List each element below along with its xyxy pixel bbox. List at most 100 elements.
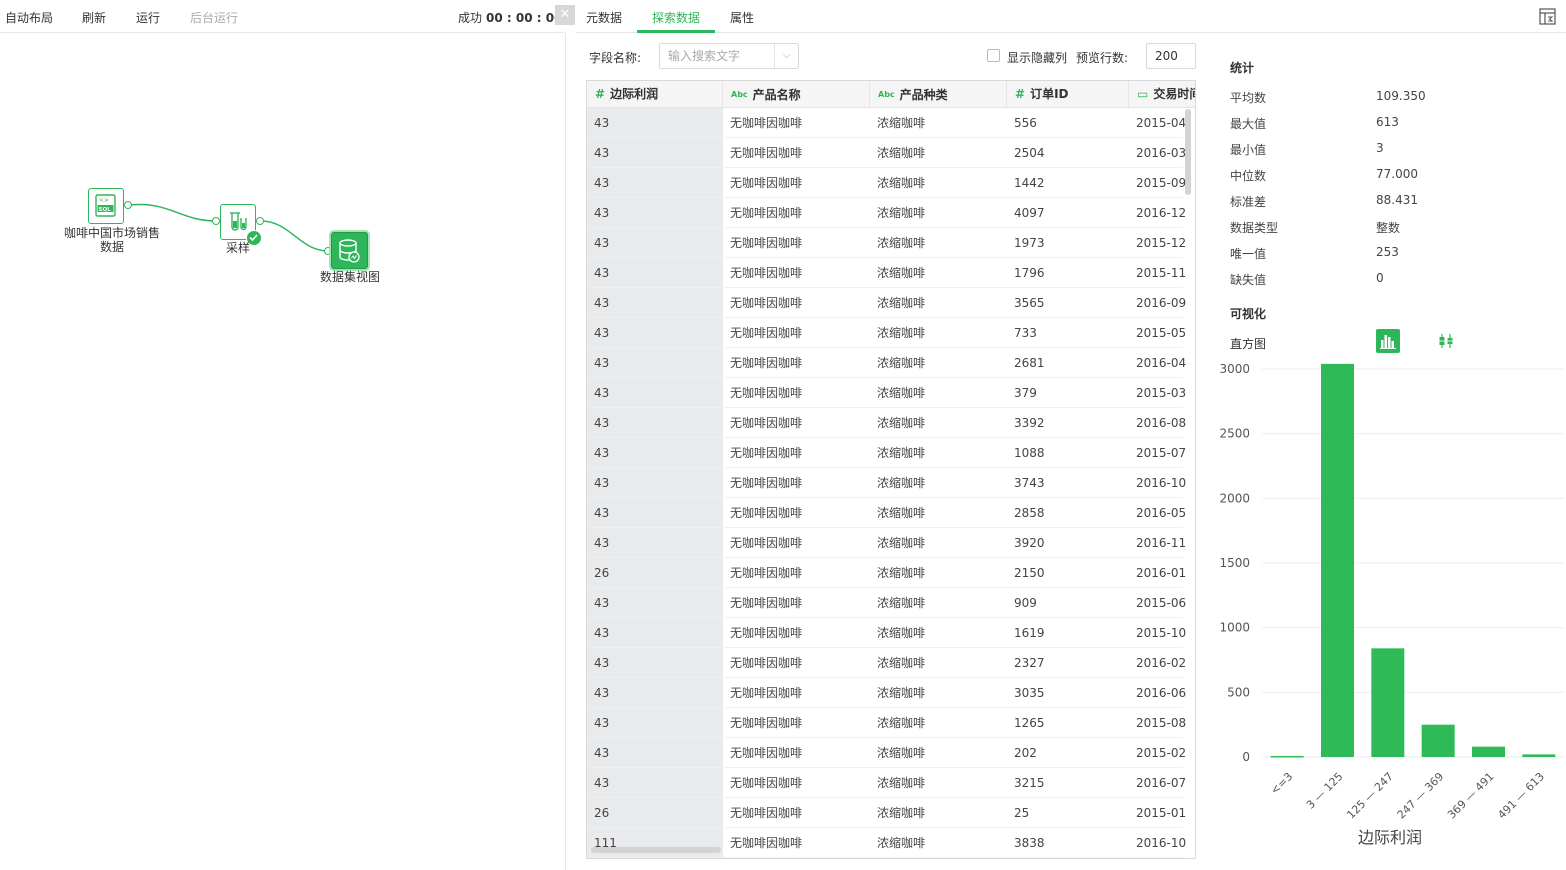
show-hidden-checkbox[interactable]: [987, 49, 1000, 62]
column-header[interactable]: ▭ 交易时间: [1129, 81, 1195, 108]
table-cell: 浓缩咖啡: [877, 176, 926, 190]
show-hidden-label: 显示隐藏列: [1007, 51, 1068, 65]
histogram-bar: [1371, 648, 1405, 757]
layout-toggle-icon[interactable]: [1539, 8, 1556, 25]
auto-layout-button[interactable]: 自动布局: [5, 9, 53, 26]
table-cell: 43: [594, 506, 610, 520]
table-cell: 43: [594, 686, 610, 700]
table-row[interactable]: 43 无咖啡因咖啡 浓缩咖啡 202 2015-02: [587, 738, 1186, 768]
column-header[interactable]: Abc 产品种类: [870, 81, 1007, 108]
output-port[interactable]: [256, 217, 264, 225]
horizontal-scrollbar[interactable]: [591, 847, 721, 853]
table-cell: 111: [594, 836, 617, 850]
table-row[interactable]: 43 无咖啡因咖啡 浓缩咖啡 909 2015-06: [587, 588, 1186, 618]
table-cell: 1442: [1014, 176, 1045, 190]
stat-value: 整数: [1376, 221, 1401, 235]
table-row[interactable]: 43 无咖啡因咖啡 浓缩咖啡 4097 2016-12: [587, 198, 1186, 228]
table-row[interactable]: 43 无咖啡因咖啡 浓缩咖啡 3035 2016-06: [587, 678, 1186, 708]
table-cell: 浓缩咖啡: [877, 296, 926, 310]
table-row[interactable]: 43 无咖啡因咖啡 浓缩咖啡 3392 2016-08: [587, 408, 1186, 438]
table-row[interactable]: 43 无咖啡因咖啡 浓缩咖啡 1442 2015-09: [587, 168, 1186, 198]
active-tab-indicator: [637, 30, 715, 33]
table-cell: 无咖啡因咖啡: [730, 176, 803, 190]
date-type-icon: ▭: [1137, 87, 1149, 101]
table-cell: 2015-12: [1136, 236, 1187, 250]
y-tick-label: 1500: [1219, 556, 1250, 570]
table-cell: 43: [594, 716, 610, 730]
chevron-down-icon[interactable]: ⌵: [774, 44, 798, 68]
sql-source-node[interactable]: <> SQL: [88, 188, 124, 224]
table-row[interactable]: 43 无咖啡因咖啡 浓缩咖啡 1265 2015-08: [587, 708, 1186, 738]
text-type-icon: Abc: [731, 90, 748, 99]
table-cell: 1088: [1014, 446, 1045, 460]
preview-rows-input[interactable]: [1146, 43, 1196, 69]
histogram-bar: [1522, 754, 1556, 757]
table-row[interactable]: 43 无咖啡因咖啡 浓缩咖啡 3215 2016-07: [587, 768, 1186, 798]
sql-node-label: 咖啡中国市场销售 数据: [60, 226, 164, 254]
table-cell: 26: [594, 806, 610, 820]
field-search-combo[interactable]: ⌵: [659, 43, 799, 69]
table-row[interactable]: 43 无咖啡因咖啡 浓缩咖啡 2858 2016-05: [587, 498, 1186, 528]
table-cell: 2015-03: [1136, 386, 1187, 400]
stat-key: 唯一值: [1230, 247, 1267, 261]
table-row[interactable]: 43 无咖啡因咖啡 浓缩咖啡 556 2015-04: [587, 108, 1186, 138]
boxplot-icon: [1438, 334, 1454, 348]
table-row[interactable]: 43 无咖啡因咖啡 浓缩咖啡 1619 2015-10: [587, 618, 1186, 648]
table-row[interactable]: 43 无咖啡因咖啡 浓缩咖啡 2327 2016-02: [587, 648, 1186, 678]
vertical-scrollbar[interactable]: [1185, 109, 1191, 195]
table-row[interactable]: 111 无咖啡因咖啡 浓缩咖啡 3838 2016-10: [587, 828, 1186, 858]
table-row[interactable]: 43 无咖啡因咖啡 浓缩咖啡 3743 2016-10: [587, 468, 1186, 498]
collapse-panel-icon[interactable]: ✕: [555, 5, 575, 25]
output-port[interactable]: [124, 201, 132, 209]
y-tick-label: 500: [1227, 685, 1250, 699]
table-cell: 3215: [1014, 776, 1045, 790]
table-cell: 2016-05: [1136, 506, 1187, 520]
table-cell: 无咖啡因咖啡: [730, 506, 803, 520]
table-row[interactable]: 43 无咖啡因咖啡 浓缩咖啡 733 2015-05: [587, 318, 1186, 348]
table-cell: 2016-01: [1136, 566, 1187, 580]
table-row[interactable]: 26 无咖啡因咖啡 浓缩咖啡 2150 2016-01: [587, 558, 1186, 588]
table-cell: 1619: [1014, 626, 1045, 640]
table-row[interactable]: 43 无咖啡因咖啡 浓缩咖啡 2504 2016-03: [587, 138, 1186, 168]
table-cell: 43: [594, 746, 610, 760]
column-header[interactable]: # 边际利润: [587, 81, 723, 108]
tab-properties[interactable]: 属性: [730, 9, 754, 26]
tab-metadata[interactable]: 元数据: [586, 9, 622, 26]
background-run-button[interactable]: 后台运行: [190, 9, 238, 26]
table-cell: 43: [594, 776, 610, 790]
table-cell: 浓缩咖啡: [877, 836, 926, 850]
table-row[interactable]: 26 无咖啡因咖啡 浓缩咖啡 25 2015-01: [587, 798, 1186, 828]
boxplot-button[interactable]: [1434, 329, 1458, 353]
column-header[interactable]: # 订单ID: [1007, 81, 1129, 108]
input-port[interactable]: [212, 217, 220, 225]
table-cell: 无咖啡因咖啡: [730, 836, 803, 850]
status-time: 00 : 00 : 00: [486, 11, 563, 25]
x-tick-label: 491 — 613: [1495, 770, 1547, 822]
table-cell: 浓缩咖啡: [877, 326, 926, 340]
table-row[interactable]: 43 无咖啡因咖啡 浓缩咖啡 1796 2015-11: [587, 258, 1186, 288]
table-cell: 2016-09: [1136, 296, 1187, 310]
field-search-input[interactable]: [660, 44, 774, 68]
table-row[interactable]: 43 无咖啡因咖啡 浓缩咖啡 1088 2015-07: [587, 438, 1186, 468]
histogram-bar: [1270, 755, 1304, 758]
numeric-type-icon: #: [1015, 87, 1026, 101]
column-header[interactable]: Abc 产品名称: [723, 81, 870, 108]
table-row[interactable]: 43 无咖啡因咖啡 浓缩咖啡 1973 2015-12: [587, 228, 1186, 258]
refresh-button[interactable]: 刷新: [82, 9, 106, 26]
table-cell: 2015-01: [1136, 806, 1187, 820]
table-row[interactable]: 43 无咖啡因咖啡 浓缩咖啡 3920 2016-11: [587, 528, 1186, 558]
tab-explore-data[interactable]: 探索数据: [652, 9, 700, 26]
histogram-button[interactable]: [1376, 329, 1400, 353]
table-cell: 无咖啡因咖啡: [730, 266, 803, 280]
table-cell: 无咖啡因咖啡: [730, 746, 803, 760]
table-cell: 无咖啡因咖啡: [730, 656, 803, 670]
dataset-view-node[interactable]: [331, 232, 368, 269]
table-row[interactable]: 43 无咖啡因咖啡 浓缩咖啡 379 2015-03: [587, 378, 1186, 408]
table-row[interactable]: 43 无咖啡因咖啡 浓缩咖啡 2681 2016-04: [587, 348, 1186, 378]
table-cell: 2016-11: [1136, 536, 1187, 550]
run-button[interactable]: 运行: [136, 9, 160, 26]
table-cell: 3838: [1014, 836, 1045, 850]
table-cell: 1796: [1014, 266, 1045, 280]
table-row[interactable]: 43 无咖啡因咖啡 浓缩咖啡 3565 2016-09: [587, 288, 1186, 318]
pane-divider[interactable]: [565, 33, 566, 870]
